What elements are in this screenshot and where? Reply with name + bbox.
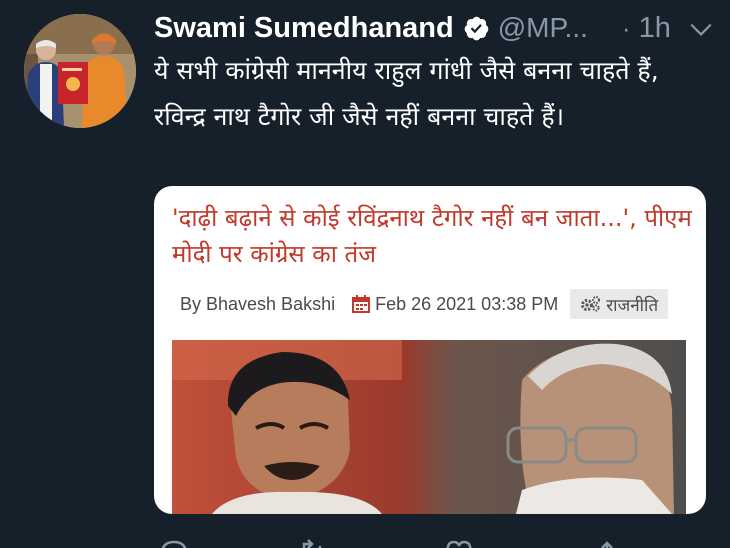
tweet-actions [154, 534, 654, 548]
category-label: राजनीति [606, 295, 659, 316]
separator-dot: · [621, 12, 631, 43]
share-icon[interactable] [590, 534, 624, 548]
chevron-down-icon[interactable] [688, 16, 714, 42]
tweet-header: Swami Sumedhanand @MP... · 1h [154, 8, 714, 48]
card-author: By Bhavesh Bakshi [180, 293, 336, 314]
tweet-text: ये सभी कांग्रेसी माननीय राहुल गांधी जैसे… [154, 56, 659, 131]
calendar-icon [352, 295, 371, 313]
reply-icon[interactable] [156, 534, 190, 548]
retweet-icon[interactable] [298, 534, 332, 548]
card-image[interactable] [172, 340, 686, 514]
display-name[interactable]: Swami Sumedhanand [154, 12, 454, 45]
tweet-time[interactable]: 1h [639, 12, 671, 45]
avatar[interactable] [24, 14, 136, 128]
card-date: Feb 26 2021 03:38 PM [375, 293, 559, 314]
user-handle[interactable]: @MP... [498, 12, 588, 44]
category-badge[interactable]: राजनीति [570, 289, 669, 319]
like-icon[interactable] [442, 534, 476, 548]
link-card[interactable]: 'दाढ़ी बढ़ाने से कोई रविंद्रनाथ टैगोर नह… [154, 186, 706, 514]
card-headline[interactable]: 'दाढ़ी बढ़ाने से कोई रविंद्रनाथ टैगोर नह… [172, 200, 692, 272]
card-meta: By Bhavesh Bakshi Feb 26 2021 03:38 PM र… [180, 288, 669, 320]
verified-badge-icon [464, 16, 489, 40]
gears-icon [581, 296, 601, 312]
